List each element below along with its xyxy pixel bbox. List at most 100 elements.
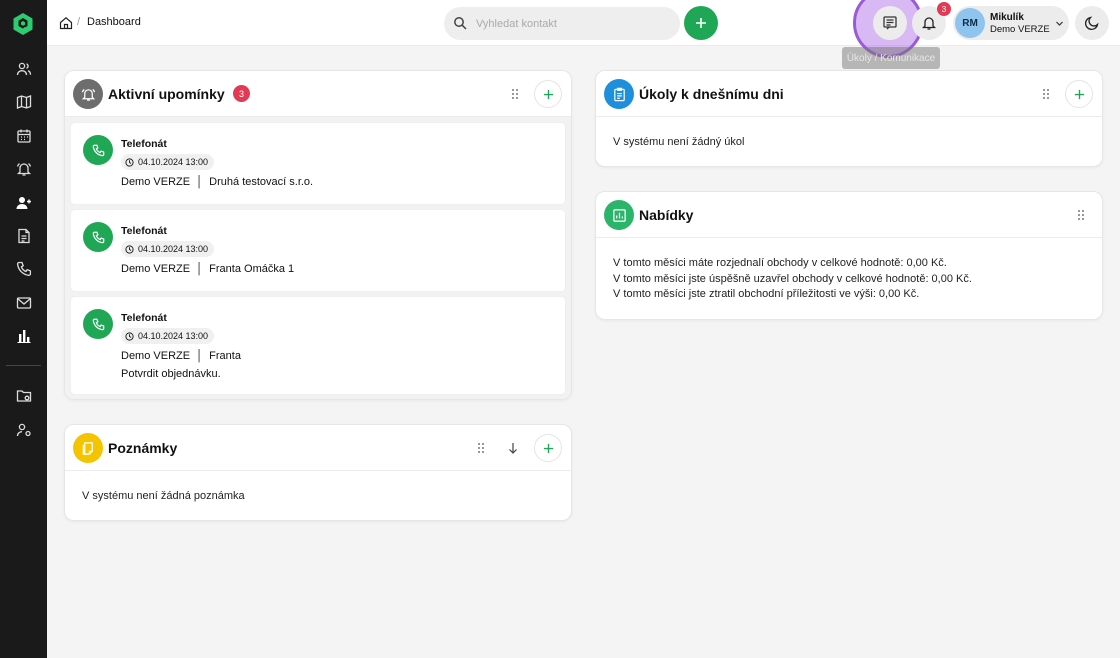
breadcrumb-current[interactable]: Dashboard (87, 16, 141, 28)
clock-icon (125, 331, 134, 341)
offers-header: Nabídky (596, 192, 1102, 238)
reminder-title: Telefonát (121, 312, 167, 324)
app-logo-icon[interactable] (11, 12, 35, 36)
breadcrumb-separator: / (77, 16, 81, 28)
notes-header: Poznámky (65, 425, 571, 471)
avatar: RM (955, 8, 985, 38)
tooltip: Úkoly / Komunikace (842, 47, 940, 69)
bell-icon (81, 88, 95, 101)
sidebar-divider (6, 365, 41, 366)
list-item[interactable]: Telefonát 04.10.2024 13:00 Demo VERZE │ … (71, 297, 565, 394)
offers-open-deals: V tomto měsíci máte rozjednalí obchody v… (613, 257, 947, 269)
add-button[interactable] (684, 6, 718, 40)
tasks-title: Úkoly k dnešnímu dni (639, 86, 784, 102)
add-task-button[interactable] (1065, 80, 1093, 108)
tasks-communication-button[interactable] (873, 6, 907, 40)
reminder-date-text: 04.10.2024 13:00 (138, 331, 209, 341)
drag-handle-icon[interactable] (1075, 209, 1087, 221)
phone-call-icon (83, 222, 113, 252)
user-menu[interactable]: RM Mikulík Demo VERZE (953, 6, 1069, 40)
home-icon[interactable] (59, 16, 73, 30)
sidebar-item-users[interactable] (13, 192, 34, 213)
folder-icon (16, 389, 31, 402)
add-reminder-button[interactable] (534, 80, 562, 108)
reminders-list: Telefonát 04.10.2024 13:00 Demo VERZE │ … (65, 117, 571, 399)
reminder-date-text: 04.10.2024 13:00 (138, 157, 209, 167)
reminders-count-badge: 3 (233, 85, 250, 102)
notes-title: Poznámky (108, 440, 178, 456)
sidebar-item-admin[interactable] (13, 419, 34, 440)
notes-card: Poznámky V systému není žádná poznámka (64, 424, 572, 521)
contact-search[interactable] (444, 7, 680, 40)
sidebar-item-mail[interactable] (13, 292, 34, 313)
offers-card-icon (604, 200, 634, 230)
add-note-button[interactable] (534, 434, 562, 462)
reminders-card: Aktivní upomínky 3 Telefonát 04.10.2024 … (64, 70, 572, 400)
top-bar: / Dashboard Úkoly / Komunikace 3 RM Miku… (47, 0, 1120, 69)
bell-icon (16, 162, 31, 176)
chevron-down-icon (1056, 21, 1063, 26)
reminder-title: Telefonát (121, 225, 167, 237)
reminder-date: 04.10.2024 13:00 (121, 328, 215, 344)
reminder-note: Potvrdit objednávku. (121, 368, 221, 380)
list-item[interactable]: Telefonát 04.10.2024 13:00 Demo VERZE │ … (71, 210, 565, 291)
search-icon (454, 17, 467, 30)
tasks-header: Úkoly k dnešnímu dni (596, 71, 1102, 117)
user-name: Mikulík (990, 12, 1024, 23)
offers-lost-deals: V tomto měsíci jste ztratil obchodní pří… (613, 288, 920, 300)
theme-toggle-button[interactable] (1075, 6, 1109, 40)
plus-icon (1074, 89, 1084, 99)
reminder-contact: Demo VERZE │ Franta (121, 350, 241, 362)
notification-count-badge: 3 (937, 2, 951, 16)
plus-icon (543, 89, 553, 99)
reminder-title: Telefonát (121, 138, 167, 150)
sidebar-item-statistics[interactable] (13, 325, 34, 346)
note-icon (82, 441, 93, 455)
moon-icon (1084, 16, 1099, 31)
phone-icon (16, 261, 31, 276)
sidebar-item-calls[interactable] (13, 258, 34, 279)
tasks-card: Úkoly k dnešnímu dni V systému není žádn… (595, 70, 1103, 167)
map-icon (16, 94, 31, 109)
reminders-card-icon (73, 79, 103, 109)
sidebar (0, 0, 47, 658)
arrow-down-icon[interactable] (507, 442, 519, 454)
clock-icon (125, 244, 134, 254)
search-input[interactable] (476, 7, 671, 40)
phone-call-icon (83, 135, 113, 165)
message-icon (883, 16, 897, 30)
sidebar-item-files[interactable] (13, 385, 34, 406)
clipboard-icon (613, 87, 625, 101)
reminder-contact: Demo VERZE │ Druhá testovací s.r.o. (121, 176, 314, 188)
list-item[interactable]: Telefonát 04.10.2024 13:00 Demo VERZE │ … (71, 123, 565, 204)
sidebar-item-documents[interactable] (13, 225, 34, 246)
sidebar-item-calendar[interactable] (13, 125, 34, 146)
sidebar-item-reminders[interactable] (13, 158, 34, 179)
bell-icon (921, 17, 937, 30)
reminder-date-text: 04.10.2024 13:00 (138, 244, 209, 254)
notes-card-icon (73, 433, 103, 463)
reminder-date: 04.10.2024 13:00 (121, 241, 215, 257)
offers-title: Nabídky (639, 207, 694, 223)
chart-icon (17, 329, 30, 343)
drag-handle-icon[interactable] (509, 88, 521, 100)
chart-icon (612, 208, 626, 222)
mail-icon (16, 296, 31, 309)
clock-icon (125, 157, 134, 167)
user-company: Demo VERZE (990, 24, 1050, 35)
phone-call-icon (83, 309, 113, 339)
reminder-date: 04.10.2024 13:00 (121, 154, 215, 170)
calendar-icon (16, 129, 31, 143)
document-icon (17, 228, 30, 243)
drag-handle-icon[interactable] (1040, 88, 1052, 100)
drag-handle-icon[interactable] (475, 442, 487, 454)
reminder-contact: Demo VERZE │ Franta Omáčka 1 (121, 263, 295, 275)
tasks-card-icon (604, 79, 634, 109)
users-icon (16, 62, 31, 75)
sidebar-item-contacts[interactable] (13, 58, 34, 79)
offers-card: Nabídky V tomto měsíci máte rozjednalí o… (595, 191, 1103, 320)
plus-icon (696, 18, 706, 28)
sidebar-item-map[interactable] (13, 91, 34, 112)
notes-empty-message: V systému není žádná poznámka (82, 490, 245, 502)
tasks-empty-message: V systému není žádný úkol (613, 136, 745, 148)
